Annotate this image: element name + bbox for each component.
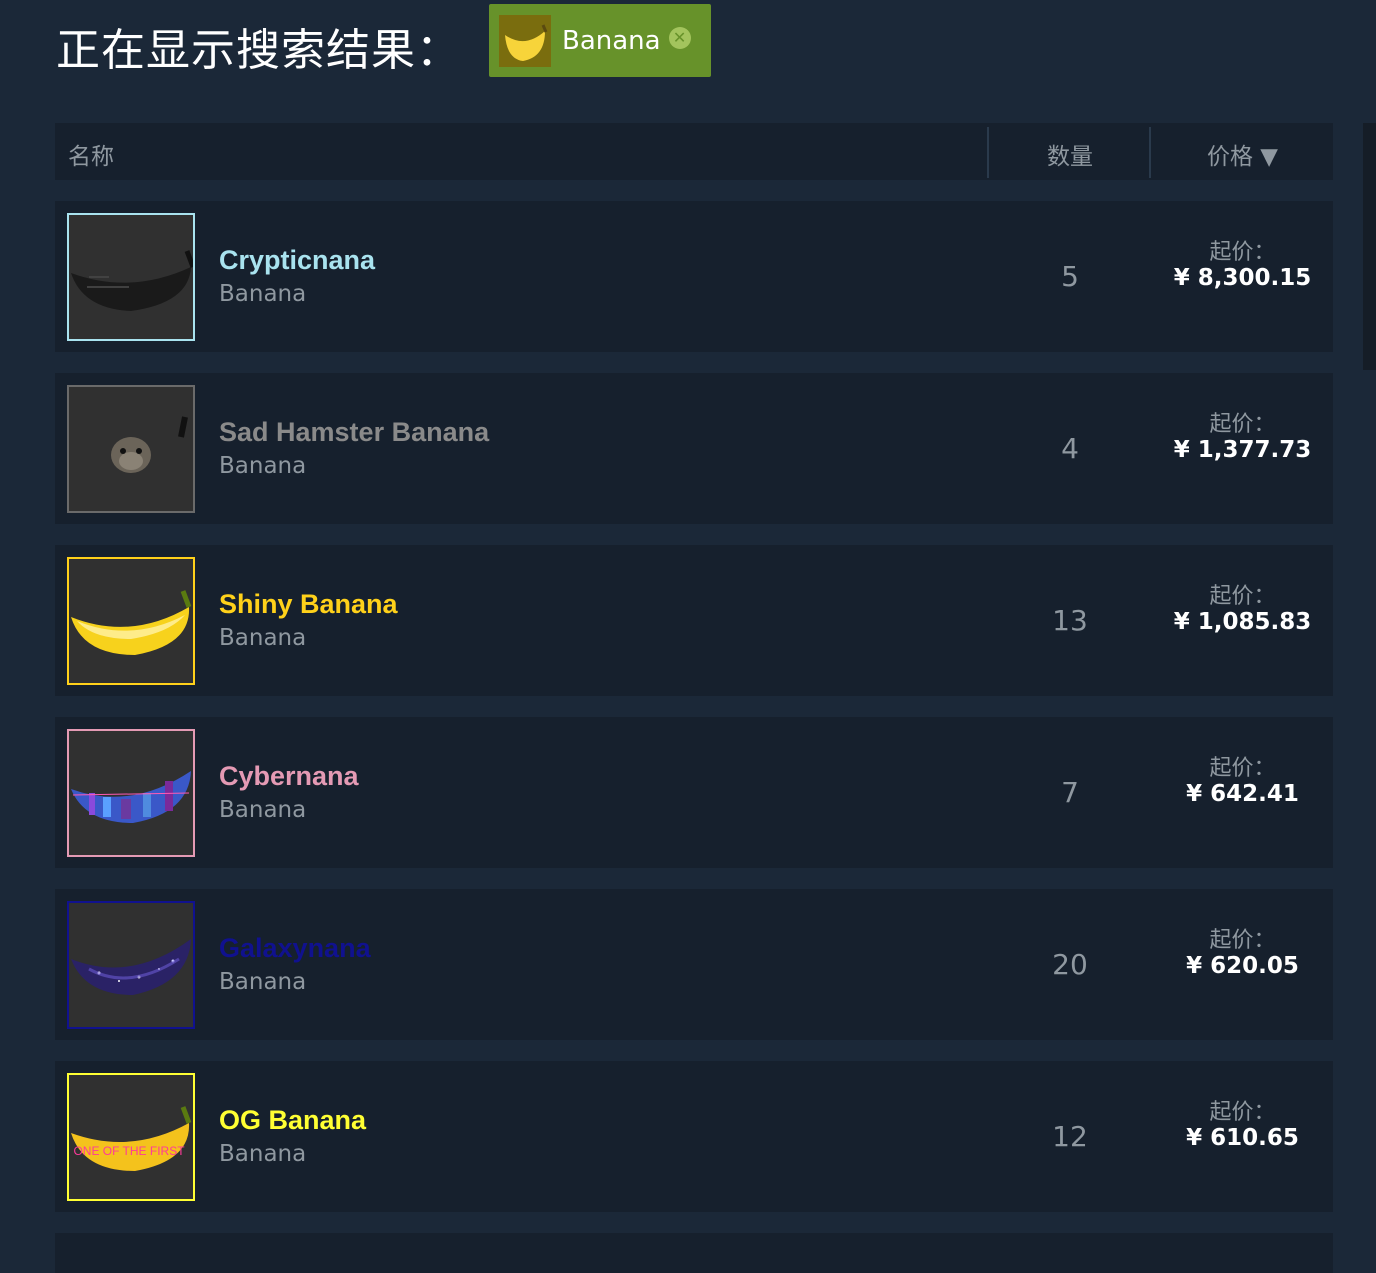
item-name[interactable]: Galaxynana [219,933,371,964]
black-banana-image [71,250,193,311]
price-value: ¥ 1,377.73 [1173,437,1312,463]
banana-icon [499,14,551,67]
item-name[interactable]: OG Banana [219,1105,366,1136]
item-image [67,557,195,685]
table-row[interactable]: Galaxynana Banana 20 起价： ¥ 620.05 [55,889,1333,1040]
item-quantity: 5 [1061,260,1079,293]
table-row[interactable] [55,1233,1333,1273]
item-game: Banana [219,969,307,995]
item-quantity: 7 [1061,776,1079,809]
item-quantity: 12 [1052,1120,1088,1153]
filter-tag[interactable]: Banana ✕ [489,4,711,77]
shiny-banana-image [71,590,192,655]
item-image [67,385,195,513]
price-label: 起价： [1209,240,1276,265]
og-banana-image: ONE OF THE FIRST [71,1106,192,1171]
item-name[interactable]: Shiny Banana [219,589,398,620]
item-image [67,901,195,1029]
price-label: 起价： [1209,584,1276,609]
price-label: 起价： [1209,928,1276,953]
item-game: Banana [219,1141,307,1167]
item-name[interactable]: Crypticnana [219,245,375,276]
item-quantity: 13 [1052,604,1088,637]
galaxy-banana-image [71,939,191,995]
price-value: ¥ 610.65 [1186,1125,1299,1151]
item-name[interactable]: Sad Hamster Banana [219,417,489,448]
table-row[interactable]: Cybernana Banana 7 起价： ¥ 642.41 [55,717,1333,868]
table-row[interactable]: ONE OF THE FIRST OG Banana Banana 12 起价：… [55,1061,1333,1212]
column-header-quantity[interactable]: 数量 [990,137,1150,171]
column-header-name[interactable]: 名称 [68,137,114,171]
item-name[interactable]: Cybernana [219,761,359,792]
scrollbar[interactable] [1363,123,1376,370]
item-game: Banana [219,625,307,651]
item-game: Banana [219,281,307,307]
table-row[interactable]: Shiny Banana Banana 13 起价： ¥ 1,085.83 [55,545,1333,696]
item-image [67,729,195,857]
table-row[interactable]: Sad Hamster Banana Banana 4 起价： ¥ 1,377.… [55,373,1333,524]
cyber-banana-image [71,771,191,823]
page-title: 正在显示搜索结果： [56,25,461,76]
price-value: ¥ 642.41 [1186,781,1299,807]
price-value: ¥ 8,300.15 [1173,265,1312,291]
item-game: Banana [219,797,307,823]
price-label: 起价： [1209,1100,1276,1125]
item-image [67,213,195,341]
column-header-price[interactable]: 价格 ▼ [1152,137,1333,171]
table-header: 名称 数量 价格 ▼ [55,123,1333,180]
item-quantity: 4 [1061,432,1079,465]
price-value: ¥ 1,085.83 [1173,609,1312,635]
column-divider [1149,127,1151,178]
column-divider [987,127,989,178]
price-label: 起价： [1209,412,1276,437]
item-image: ONE OF THE FIRST [67,1073,195,1201]
price-label: 起价： [1209,756,1276,781]
hamster-banana-image [111,416,188,473]
price-value: ¥ 620.05 [1186,953,1299,979]
table-row[interactable]: Crypticnana Banana 5 起价： ¥ 8,300.15 [55,201,1333,352]
item-game: Banana [219,453,307,479]
item-quantity: 20 [1052,948,1088,981]
close-icon[interactable]: ✕ [668,26,691,49]
filter-label: Banana [562,25,661,56]
og-banana-text: ONE OF THE FIRST [73,1144,185,1158]
